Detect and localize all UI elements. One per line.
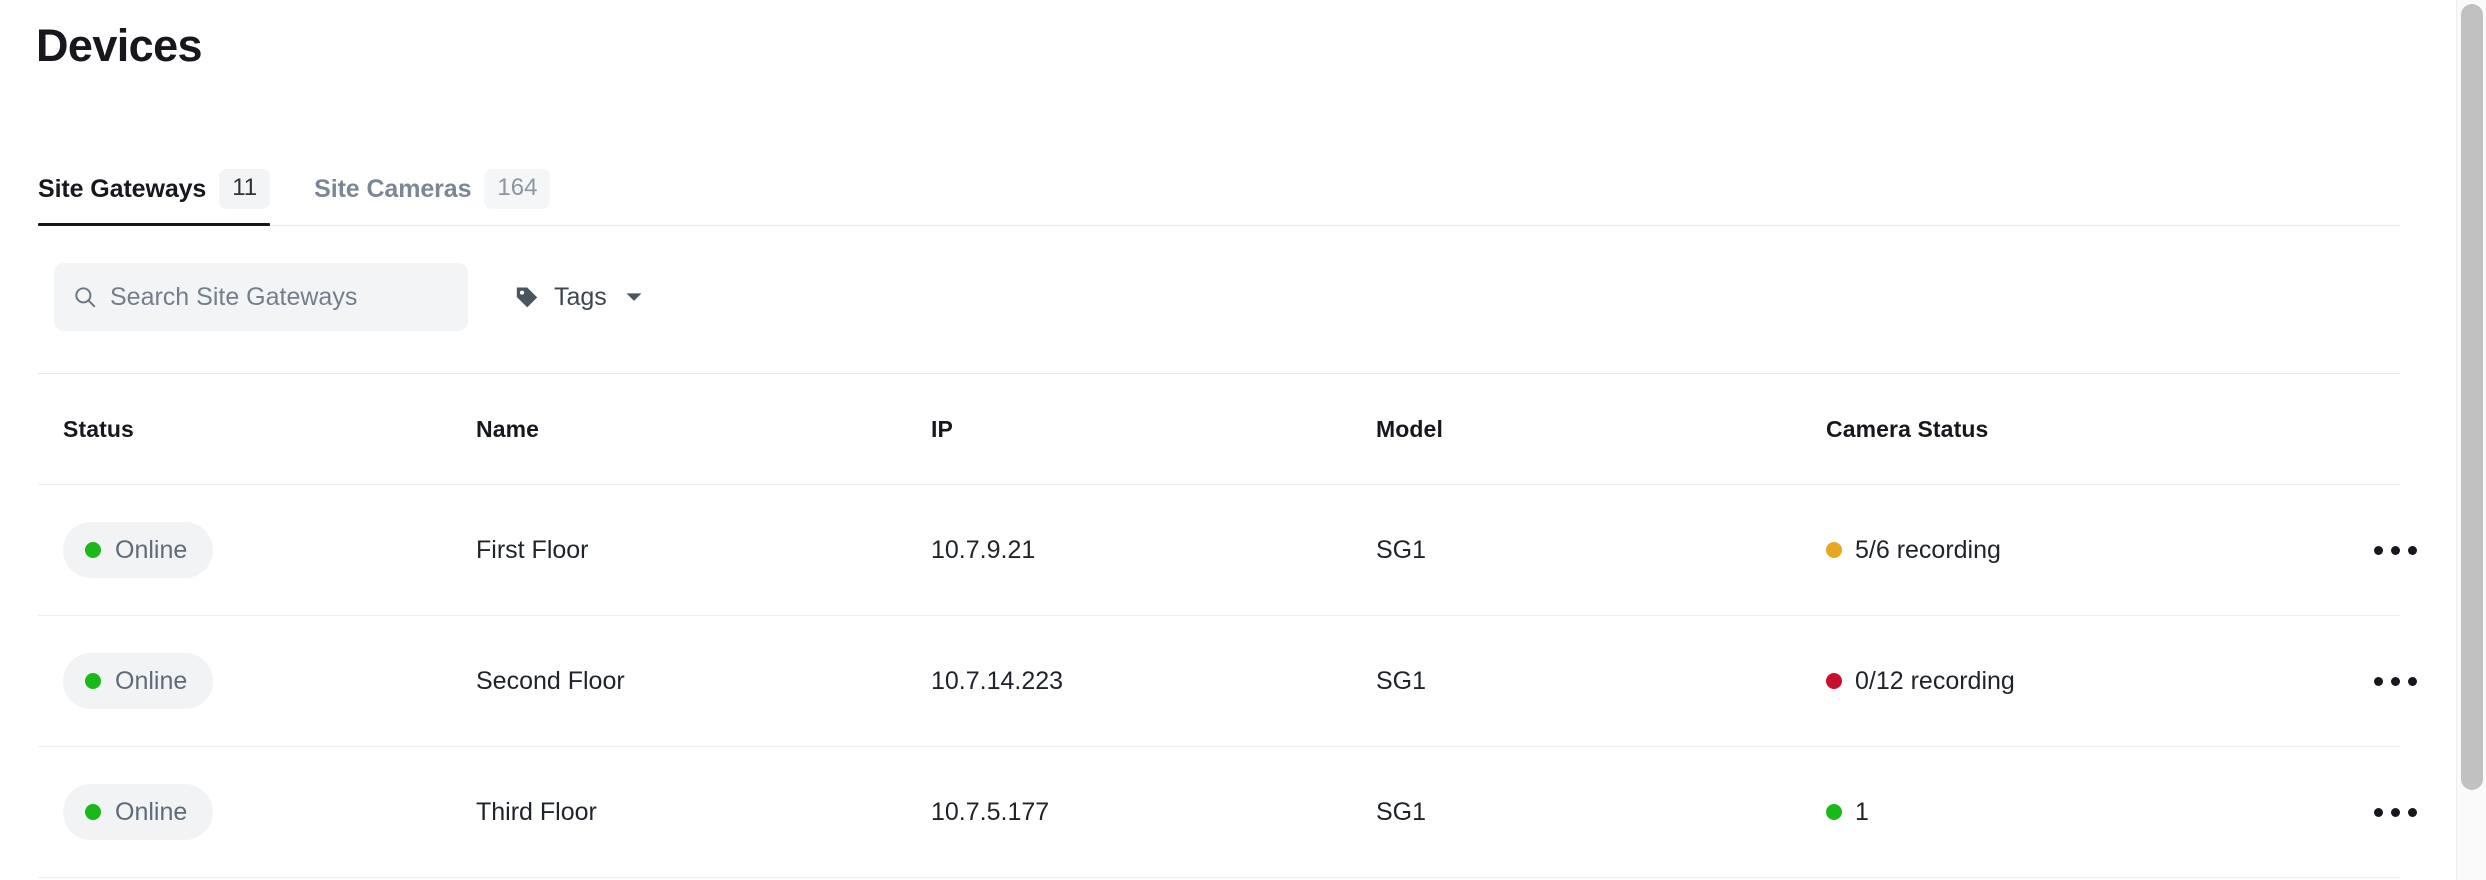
- cell-model: SG1: [1376, 798, 1427, 826]
- column-header-model: Model: [1376, 416, 1443, 442]
- status-badge-label: Online: [115, 536, 188, 564]
- tags-filter-label: Tags: [554, 283, 607, 311]
- cell-ip: 10.7.14.223: [931, 667, 1064, 695]
- search-icon: [75, 287, 96, 308]
- table-row[interactable]: Online Third Floor 10.7.5.177 SG1 1: [38, 747, 2417, 877]
- cell-ip: 10.7.9.21: [931, 536, 1036, 564]
- cell-model: SG1: [1376, 536, 1427, 564]
- page-title: Devices: [36, 20, 203, 71]
- status-badge-label: Online: [115, 798, 188, 826]
- status-dot-icon: [85, 542, 101, 558]
- row-overflow-menu-button[interactable]: [2366, 667, 2425, 696]
- table-header-row: Status Name IP Model Camera Status: [38, 374, 2400, 484]
- tabs-bar: Site Gateways 11 Site Cameras 164: [0, 148, 2486, 226]
- ellipsis-icon: [2408, 807, 2417, 817]
- chevron-down-icon: [626, 293, 642, 301]
- column-header-ip: IP: [931, 416, 953, 442]
- ellipsis-icon: [2374, 807, 2383, 817]
- status-badge-label: Online: [115, 667, 188, 695]
- status-badge: Online: [63, 784, 214, 840]
- tabs-list: Site Gateways 11 Site Cameras 164: [38, 148, 572, 226]
- page-scrollbar[interactable]: [2456, 0, 2486, 880]
- tab-active-indicator: [38, 223, 271, 226]
- camera-status-dot-icon: [1826, 542, 1842, 558]
- toolbar: Tags: [0, 258, 2486, 338]
- camera-status-dot-icon: [1826, 673, 1842, 689]
- cell-name: Second Floor: [476, 667, 625, 695]
- row-overflow-menu-button[interactable]: [2366, 536, 2425, 565]
- tab-site-cameras[interactable]: Site Cameras 164: [292, 169, 572, 226]
- cell-camera-status: 1: [1826, 797, 2256, 827]
- camera-status-dot-icon: [1826, 804, 1842, 820]
- camera-status-label: 1: [1855, 798, 1869, 826]
- cell-camera-status: 0/12 recording: [1826, 666, 2256, 696]
- table-row[interactable]: Online Second Floor 10.7.14.223 SG1 0/12…: [38, 616, 2417, 746]
- column-header-status: Status: [63, 416, 134, 442]
- column-header-camera-status: Camera Status: [1826, 416, 1989, 442]
- cell-camera-status: 5/6 recording: [1826, 535, 2256, 565]
- tab-site-cameras-count: 164: [484, 169, 551, 209]
- devices-table: Status Name IP Model Camera Status Onlin…: [38, 373, 2417, 878]
- column-header-name: Name: [476, 416, 540, 442]
- ellipsis-icon: [2391, 807, 2400, 817]
- table-row-divider: [38, 877, 2400, 878]
- tag-icon: [516, 287, 538, 308]
- row-overflow-menu-button[interactable]: [2366, 798, 2425, 827]
- ellipsis-icon: [2408, 545, 2417, 555]
- cell-name: Third Floor: [476, 798, 597, 826]
- camera-status-label: 5/6 recording: [1855, 536, 2001, 564]
- ellipsis-icon: [2374, 676, 2383, 686]
- tab-site-gateways-label: Site Gateways: [38, 175, 207, 203]
- devices-page: Devices Site Gateways 11 Site Cameras 16…: [0, 0, 2486, 880]
- status-badge: Online: [63, 522, 214, 578]
- ellipsis-icon: [2408, 676, 2417, 686]
- status-badge: Online: [63, 653, 214, 709]
- page-scrollbar-thumb[interactable]: [2461, 4, 2483, 790]
- search-box[interactable]: [54, 263, 468, 331]
- tab-site-cameras-label: Site Cameras: [314, 175, 472, 203]
- status-dot-icon: [85, 804, 101, 820]
- tab-site-gateways[interactable]: Site Gateways 11: [38, 169, 292, 226]
- cell-model: SG1: [1376, 667, 1427, 695]
- search-input[interactable]: [110, 282, 450, 312]
- tab-site-gateways-count: 11: [219, 169, 271, 209]
- ellipsis-icon: [2391, 676, 2400, 686]
- camera-status-label: 0/12 recording: [1855, 667, 2015, 695]
- ellipsis-icon: [2391, 545, 2400, 555]
- table-row[interactable]: Online First Floor 10.7.9.21 SG1 5/6 rec…: [38, 485, 2417, 615]
- ellipsis-icon: [2374, 545, 2383, 555]
- tags-filter-button[interactable]: Tags: [502, 263, 655, 331]
- status-dot-icon: [85, 673, 101, 689]
- cell-name: First Floor: [476, 536, 589, 564]
- cell-ip: 10.7.5.177: [931, 798, 1050, 826]
